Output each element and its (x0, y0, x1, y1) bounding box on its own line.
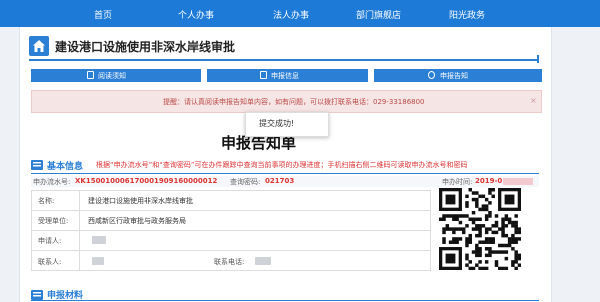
step-label: 申报告知 (440, 72, 468, 80)
applicant-label: 申请人: (38, 237, 62, 245)
contact-label: 联系人: (38, 258, 62, 266)
table-row-divider (31, 230, 431, 231)
document-icon (260, 71, 267, 79)
qr-code-icon (439, 188, 521, 270)
step-declaration-notice[interactable]: 申报告知 (374, 69, 542, 82)
step-label: 阅读须知 (98, 72, 126, 80)
step-label: 申报信息 (271, 72, 299, 80)
contact-redacted (92, 257, 104, 265)
password-value: 021703 (265, 177, 295, 185)
applicant-redacted (92, 236, 106, 244)
nav-item-home[interactable]: 首页 (94, 8, 112, 21)
name-value: 建设港口设施使用非深水岸线审批 (88, 197, 193, 205)
step-submit-info[interactable]: 申报信息 (207, 69, 368, 82)
materials-divider (31, 300, 539, 301)
phone-label: 联系电话: (214, 258, 245, 266)
info-icon (428, 71, 435, 79)
step-read-notice[interactable]: 阅读须知 (31, 69, 201, 82)
phone-redacted (255, 257, 271, 265)
nav-item-personal[interactable]: 个人办事 (178, 8, 214, 21)
basic-info-description: 根据“申办流水号”和“查询密码”可在办件跟踪中查询当前事项的办理进度；手机扫描右… (96, 161, 468, 169)
nav-item-department-store[interactable]: 部门旗舰店 (356, 8, 401, 21)
alert-text: 提醒：请认真阅读申报告知单内容，如有问题，可以拨打联系电话：029-331868… (163, 98, 425, 106)
section-icon (31, 160, 43, 170)
serial-label: 申办流水号: (33, 178, 71, 186)
section-icon (31, 290, 43, 300)
table-col-divider (79, 190, 80, 271)
title-divider (29, 59, 537, 61)
table-row-divider (31, 210, 431, 211)
password-label: 查询密码: (230, 178, 261, 186)
close-icon[interactable]: × (530, 96, 537, 105)
page-title: 建设港口设施使用非深水岸线审批 (55, 40, 236, 54)
serial-value: XK150010006170001909160000012 (75, 177, 218, 185)
title-divider-end (537, 55, 539, 63)
document-icon (87, 71, 94, 79)
popup-message: 提交成功! (259, 119, 295, 128)
department-value: 西咸新区行政审批与政务服务局 (88, 217, 186, 225)
basic-info-title: 基本信息 (47, 162, 84, 172)
name-label: 名称: (38, 197, 55, 205)
time-label: 申办时间: (442, 178, 473, 186)
home-icon (29, 36, 49, 56)
nav-item-corporate[interactable]: 法人办事 (273, 8, 309, 21)
department-label: 受理单位: (38, 217, 69, 225)
time-redacted (503, 178, 533, 185)
time-value: 2019-0 (475, 177, 503, 185)
table-row-divider (31, 250, 431, 251)
nav-item-government-affairs[interactable]: 阳光政务 (449, 8, 485, 21)
basic-info-divider (31, 173, 539, 174)
